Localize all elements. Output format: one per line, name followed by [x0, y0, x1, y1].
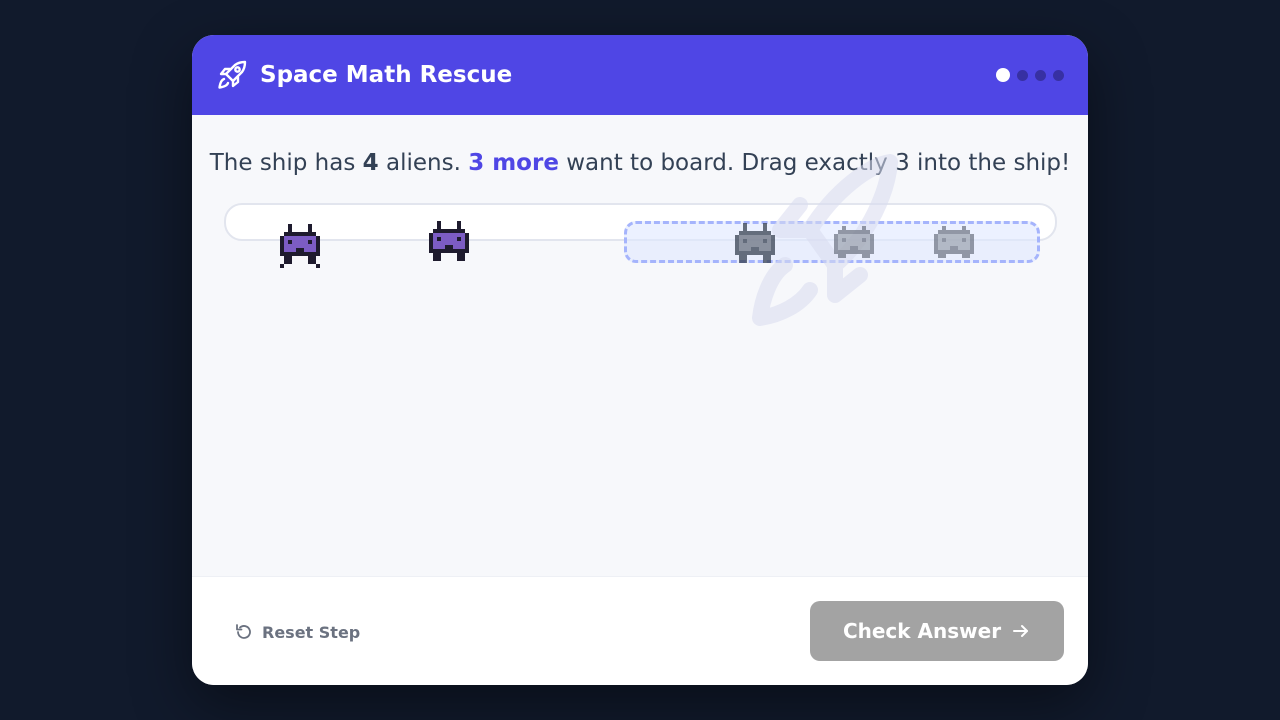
game-card: Space Math Rescue The ship has 4 aliens.… — [192, 35, 1088, 685]
instruction-part-2: aliens. — [378, 150, 469, 176]
progress-dot-3 — [1035, 69, 1046, 81]
alien-in-ship-3 — [934, 226, 974, 258]
game-header: Space Math Rescue — [192, 35, 1088, 115]
step-progress-indicator — [996, 68, 1064, 82]
reset-step-label: Reset Step — [262, 622, 361, 642]
progress-dot-2 — [1017, 69, 1028, 81]
reset-step-button[interactable]: Reset Step — [234, 621, 360, 643]
alien-draggable-1[interactable] — [276, 224, 324, 272]
alien-in-ship-1 — [735, 223, 775, 263]
instruction-more-count: 3 more — [468, 150, 559, 176]
check-answer-button[interactable]: Check Answer — [810, 601, 1064, 661]
alien-draggable-2[interactable] — [425, 221, 473, 269]
rocket-icon — [218, 60, 247, 89]
instruction-text: The ship has 4 aliens. 3 more want to bo… — [192, 147, 1088, 179]
game-title: Space Math Rescue — [260, 62, 513, 88]
instruction-part-1: The ship has — [209, 150, 363, 176]
progress-dot-4 — [1053, 69, 1064, 81]
game-footer: Reset Step Check Answer — [192, 576, 1088, 685]
reset-icon — [236, 624, 251, 639]
instruction-count-aboard: 4 — [362, 150, 379, 176]
alien-in-ship-2 — [834, 226, 874, 258]
check-answer-label: Check Answer — [842, 619, 1002, 643]
progress-dot-1-current — [996, 68, 1010, 82]
arrow-right-icon — [1013, 625, 1029, 637]
